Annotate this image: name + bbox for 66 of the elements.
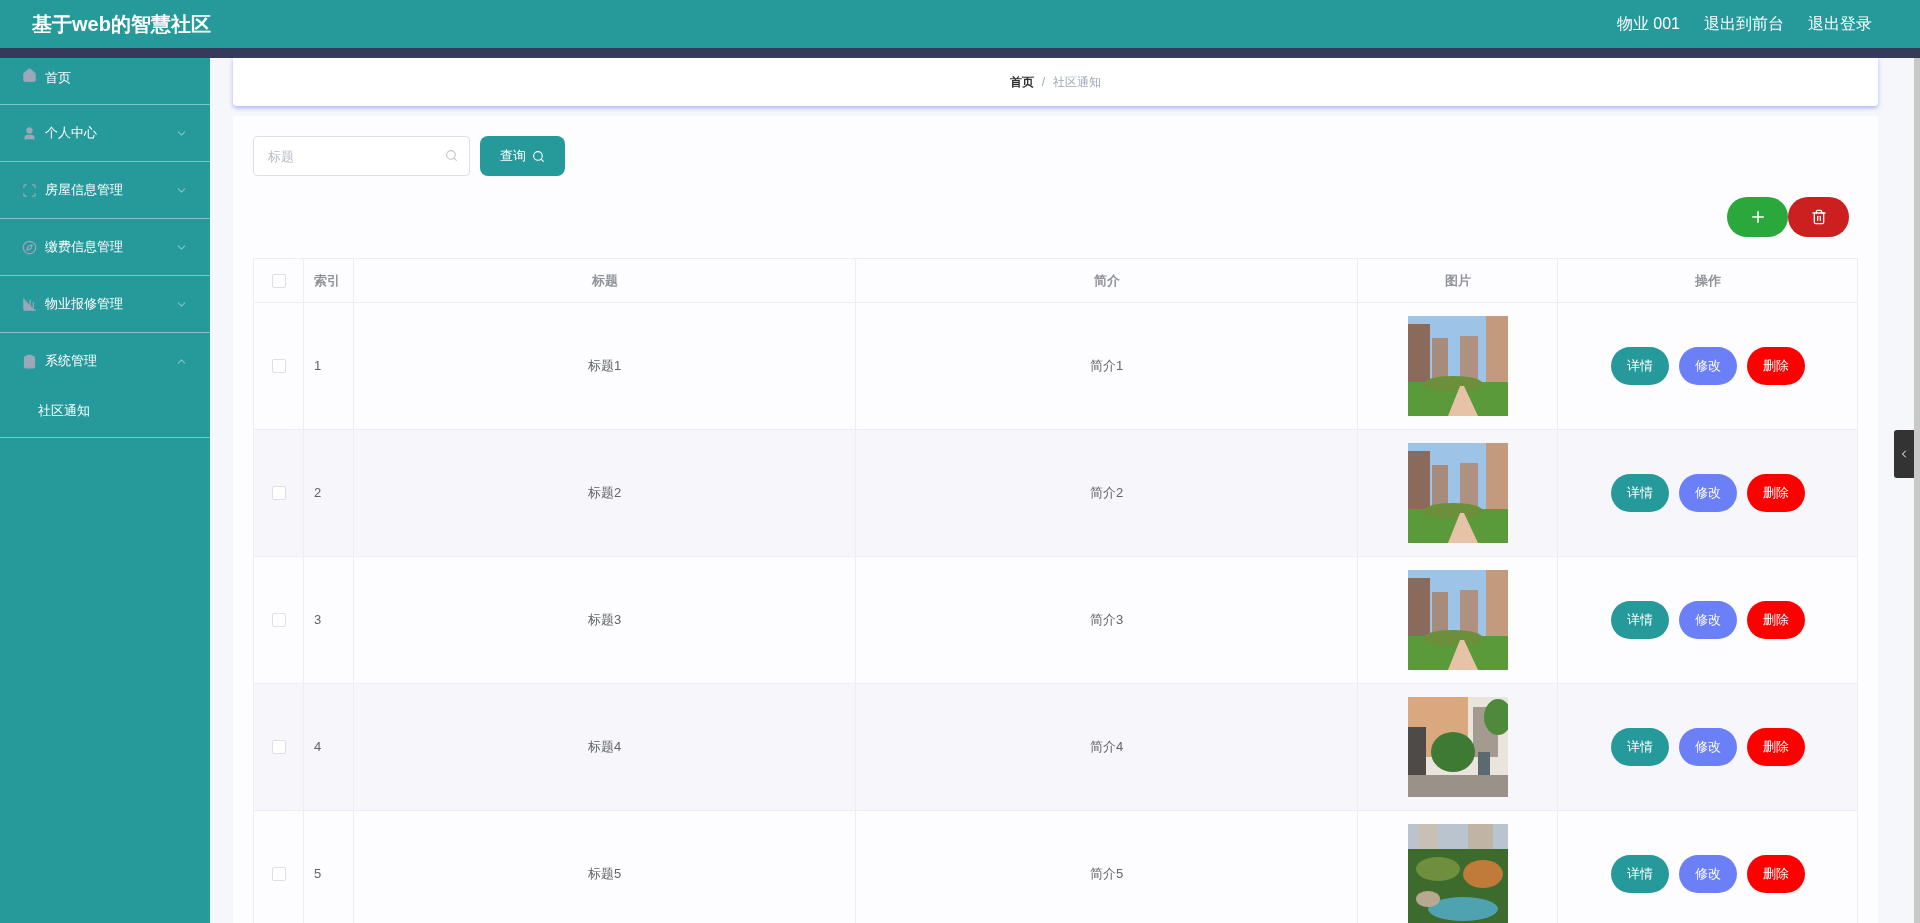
table-cell: 简介3	[1089, 612, 1124, 628]
column-header: 简介	[1093, 272, 1120, 288]
table-cell: 标题3	[587, 612, 622, 628]
query-button[interactable]: 查询	[480, 136, 565, 176]
table-cell: 简介2	[1089, 485, 1124, 501]
home-icon	[22, 68, 37, 83]
add-button[interactable]	[1727, 197, 1788, 237]
table-cell: 5	[314, 866, 322, 882]
header-link[interactable]: 退出登录	[1808, 12, 1872, 36]
search-icon	[445, 149, 458, 162]
header-link[interactable]: 退出到前台	[1704, 12, 1784, 36]
breadcrumb-item: 社区通知	[1053, 74, 1102, 91]
clipboard-icon	[22, 353, 37, 369]
checkbox[interactable]	[271, 740, 286, 754]
column-header: 索引	[314, 272, 340, 288]
table-cell: 标题2	[587, 485, 622, 501]
trash-icon	[1810, 209, 1827, 225]
table-cell: 2	[314, 485, 322, 501]
edit-button[interactable]: 修改	[1678, 474, 1737, 512]
delete-button[interactable]	[1788, 197, 1849, 237]
checkbox[interactable]	[271, 486, 286, 500]
header-link[interactable]: 物业 001	[1616, 12, 1680, 36]
table-cell: 4	[314, 739, 322, 755]
menu-item[interactable]: 个人中心	[0, 105, 210, 161]
details-button[interactable]: 详情	[1610, 474, 1669, 512]
edit-button[interactable]: 修改	[1678, 728, 1737, 766]
menu-item[interactable]: 物业报修管理	[0, 276, 210, 332]
app-title: 基于web的智慧社区	[32, 12, 211, 37]
details-button[interactable]: 详情	[1610, 855, 1669, 893]
frame-icon	[22, 182, 37, 198]
delete-button[interactable]: 删除	[1746, 601, 1805, 639]
checkbox[interactable]	[271, 359, 286, 373]
table-cell: 3	[314, 612, 322, 628]
table-cell: 1	[314, 358, 322, 374]
search-icon	[532, 149, 545, 163]
details-button[interactable]: 详情	[1610, 728, 1669, 766]
compass-icon	[22, 239, 37, 255]
checkbox[interactable]	[271, 867, 286, 881]
edit-button[interactable]: 修改	[1678, 347, 1737, 385]
breadcrumb-separator: /	[1041, 74, 1046, 91]
details-button[interactable]: 详情	[1610, 601, 1669, 639]
search-field[interactable]: 标题	[253, 136, 470, 176]
collapse-tab[interactable]	[1894, 430, 1914, 478]
table-cell: 标题5	[587, 866, 622, 882]
checkbox[interactable]	[271, 613, 286, 627]
table-cell: 简介5	[1089, 866, 1124, 882]
table-cell: 简介1	[1089, 358, 1124, 374]
column-header: 图片	[1444, 272, 1471, 288]
edit-button[interactable]: 修改	[1678, 855, 1737, 893]
table-cell: 标题4	[587, 739, 622, 755]
user-icon	[22, 125, 37, 141]
menu-item[interactable]: 房屋信息管理	[0, 162, 210, 218]
column-header: 标题	[591, 272, 618, 288]
menu-item[interactable]: 缴费信息管理	[0, 219, 210, 275]
details-button[interactable]: 详情	[1610, 347, 1669, 385]
checkbox[interactable]	[271, 273, 286, 288]
table-cell: 标题1	[587, 358, 622, 374]
delete-button[interactable]: 删除	[1746, 347, 1805, 385]
delete-button[interactable]: 删除	[1746, 855, 1805, 893]
table-cell: 简介4	[1089, 739, 1124, 755]
breadcrumb-item[interactable]: 首页	[1009, 73, 1034, 91]
delete-button[interactable]: 删除	[1746, 728, 1805, 766]
edit-button[interactable]: 修改	[1678, 601, 1737, 639]
menu-item[interactable]: 首页	[0, 58, 210, 104]
delete-button[interactable]: 删除	[1746, 474, 1805, 512]
column-header: 操作	[1694, 272, 1721, 288]
